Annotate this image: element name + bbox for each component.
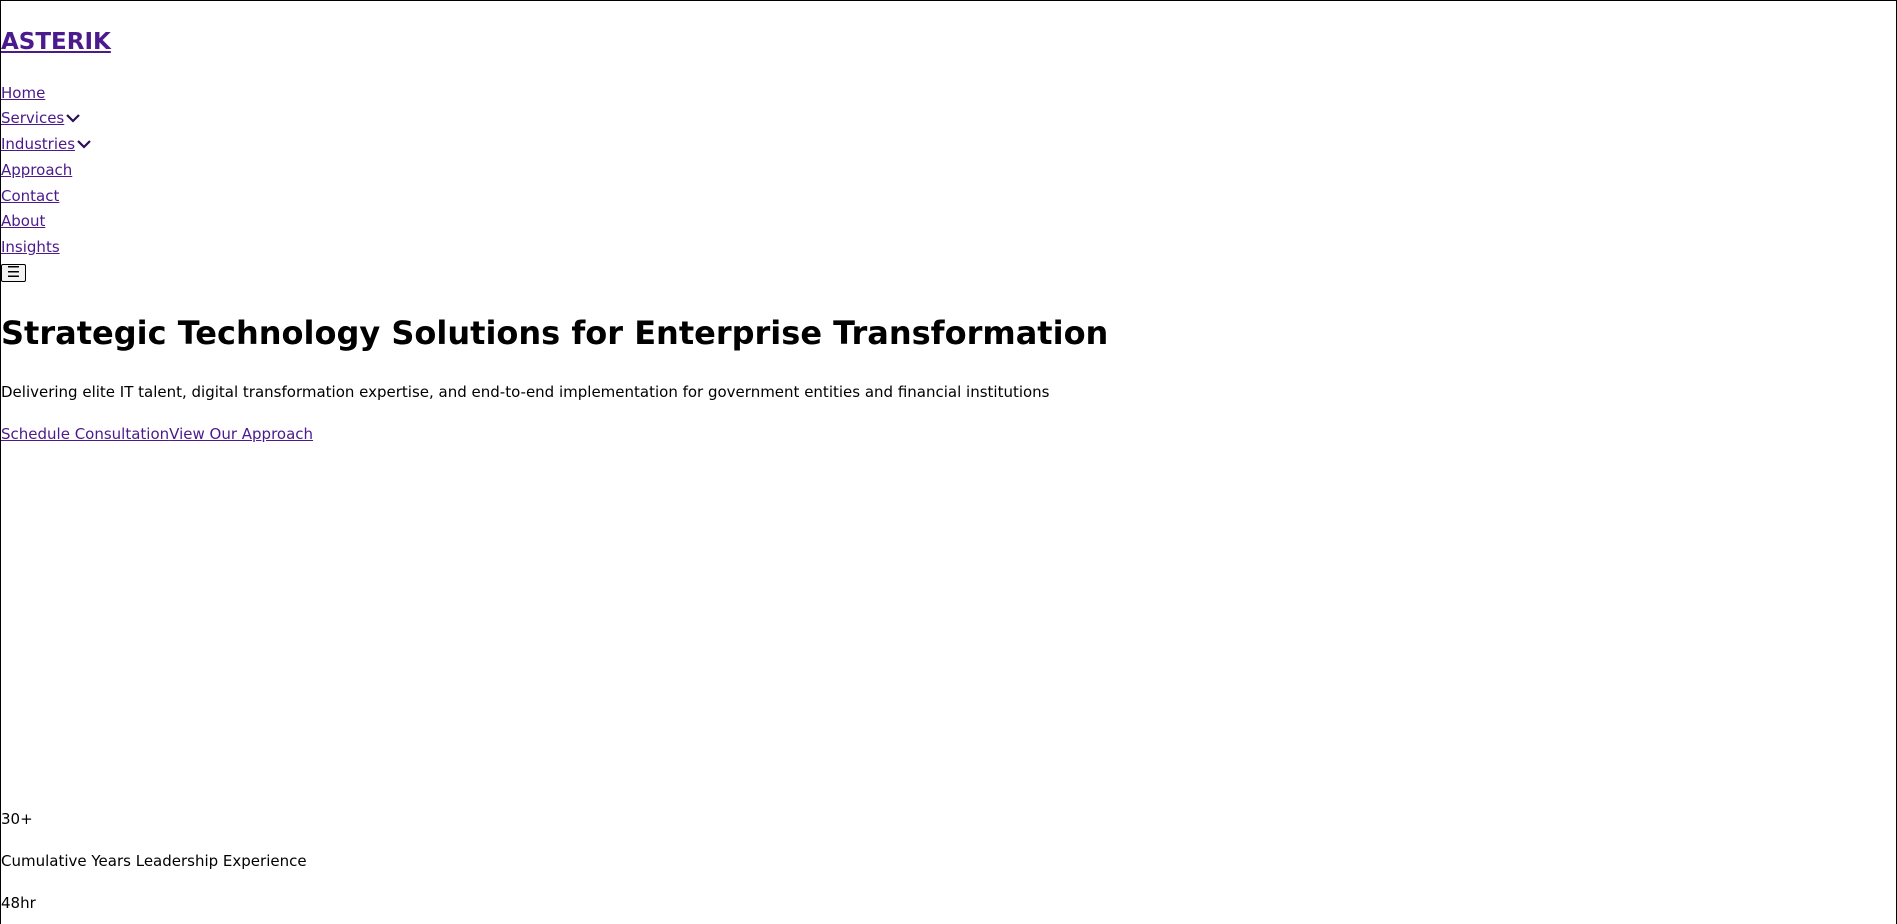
nav-link-label: Services bbox=[1, 109, 65, 127]
nav-link-about[interactable]: About bbox=[1, 211, 45, 231]
schedule-consultation-link[interactable]: Schedule Consultation bbox=[1, 425, 169, 443]
nav-link-label: About bbox=[1, 212, 46, 230]
nav-link-label: Home bbox=[1, 84, 46, 102]
hero-cta-group: Schedule ConsultationView Our Approach bbox=[1, 424, 313, 444]
nav-link-services[interactable]: Services bbox=[1, 108, 81, 128]
stat-value: 30+ bbox=[1, 810, 33, 828]
hero-title: Strategic Technology Solutions for Enter… bbox=[1, 314, 1109, 352]
stat-label: Cumulative Years Leadership Experience bbox=[1, 852, 307, 870]
hero-subtitle: Delivering elite IT talent, digital tran… bbox=[1, 383, 1050, 401]
chevron-down-icon bbox=[66, 114, 81, 123]
brand-logo[interactable]: ASTERIK bbox=[1, 27, 111, 57]
stat-value: 48hr bbox=[1, 894, 36, 912]
nav-link-home[interactable]: Home bbox=[1, 83, 45, 103]
nav-link-industries[interactable]: Industries bbox=[1, 134, 92, 154]
view-approach-link[interactable]: View Our Approach bbox=[169, 425, 313, 443]
chevron-down-icon bbox=[77, 140, 91, 149]
nav-link-label: Industries bbox=[1, 135, 76, 153]
nav-link-contact[interactable]: Contact bbox=[1, 186, 59, 206]
nav-link-insights[interactable]: Insights bbox=[1, 237, 60, 257]
nav-link-approach[interactable]: Approach bbox=[1, 160, 72, 180]
nav-link-label: Contact bbox=[1, 187, 60, 205]
hamburger-icon: ☰ bbox=[6, 264, 21, 281]
nav-link-label: Insights bbox=[1, 238, 60, 256]
nav-link-label: Approach bbox=[1, 161, 73, 179]
menu-toggle-button[interactable]: ☰ bbox=[1, 264, 26, 282]
